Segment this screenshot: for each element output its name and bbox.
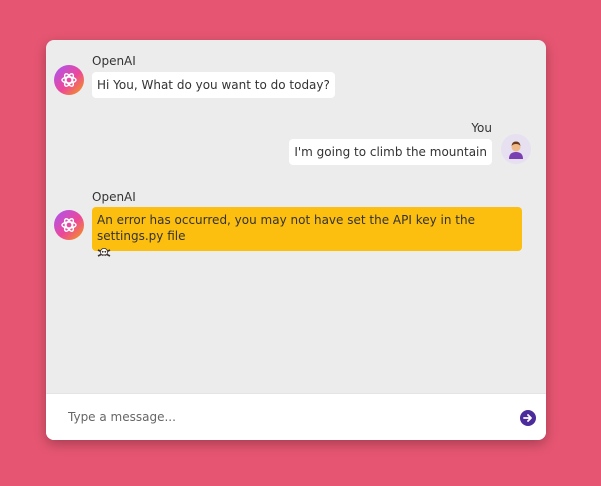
send-button[interactable] [520,410,536,426]
message-bubble: I'm going to climb the mountain [289,139,492,165]
chat-window: OpenAI Hi You, What do you want to do to… [46,40,546,440]
user-avatar-icon [501,134,531,164]
sender-name: OpenAI [92,54,136,68]
sender-name: You [471,121,492,135]
message-text: An error has occurred, you may not have … [97,213,475,243]
error-bubble: An error has occurred, you may not have … [92,207,522,257]
openai-avatar-icon [54,210,84,240]
arrow-right-icon [523,414,532,422]
openai-avatar-icon [54,65,84,95]
message-list: OpenAI Hi You, What do you want to do to… [46,40,546,394]
skull-crossbones-icon [97,246,111,260]
message-input-bar [46,393,546,440]
message-input[interactable] [66,404,500,430]
sender-name: OpenAI [92,190,136,204]
message-bubble: Hi You, What do you want to do today? [92,72,335,98]
